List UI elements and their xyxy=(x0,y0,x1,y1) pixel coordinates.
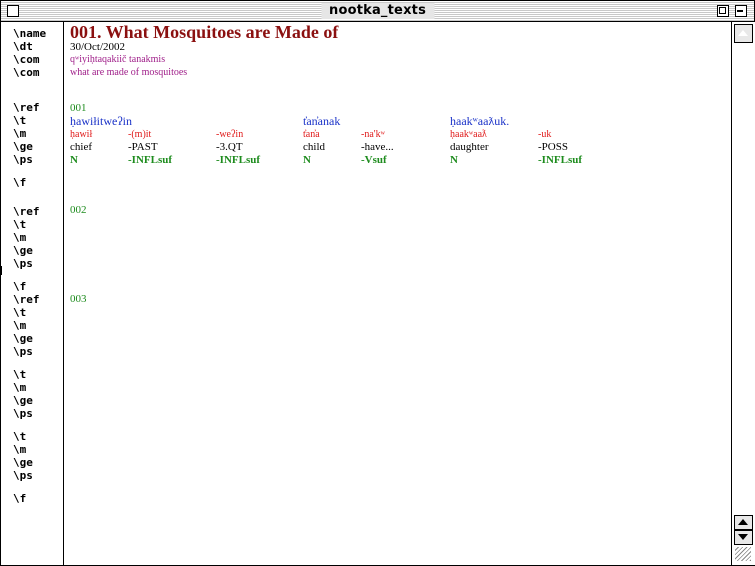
scroll-down-arrow-icon[interactable] xyxy=(734,530,753,545)
marker-t: \t xyxy=(13,218,27,231)
gloss: child xyxy=(303,141,325,153)
marker-ps: \ps xyxy=(13,407,33,420)
marker-t: \t xyxy=(13,368,27,381)
marker-ref: \ref xyxy=(13,293,40,306)
marker-t: \t xyxy=(13,306,27,319)
marker-ge: \ge xyxy=(13,394,33,407)
marker-m: \m xyxy=(13,127,27,140)
record-date: 30/Oct/2002 xyxy=(70,41,125,53)
marker-m: \m xyxy=(13,231,27,244)
marker-ge: \ge xyxy=(13,244,33,257)
part-of-speech: -INFLsuf xyxy=(538,154,583,166)
part-of-speech: -Vsuf xyxy=(361,154,387,166)
text-word: ḥaakʷaaƛuk. xyxy=(450,114,510,128)
window-title: nootka_texts xyxy=(320,3,435,19)
marker-m: \m xyxy=(13,319,27,332)
marker-ref: \ref xyxy=(13,205,40,218)
marker-ps: \ps xyxy=(13,257,33,270)
scroll-track[interactable] xyxy=(734,44,751,512)
part-of-speech: N xyxy=(303,154,311,166)
marker-f: \f xyxy=(13,280,27,293)
morpheme: ḥawił xyxy=(70,129,93,140)
marker-ref: \ref xyxy=(13,101,40,114)
gloss: -POSS xyxy=(538,141,568,153)
record-name: 001. What Mosquitoes are Made of xyxy=(70,22,339,42)
morpheme: -uk xyxy=(538,129,552,140)
morpheme: ḥaakʷaaƛ xyxy=(450,129,487,140)
marker-gutter: \name \dt \com \com \ref \t \m \ge \ps \… xyxy=(1,22,64,565)
marker-dt: \dt xyxy=(13,40,33,53)
text-word: ḥawiłitweʔin xyxy=(70,114,132,128)
marker-ge: \ge xyxy=(13,456,33,469)
gloss: -have... xyxy=(361,141,394,153)
marker-ps: \ps xyxy=(13,469,33,482)
marker-t: \t xyxy=(13,114,27,127)
resize-grip-icon[interactable] xyxy=(735,547,751,561)
marker-ge: \ge xyxy=(13,140,33,153)
marker-m: \m xyxy=(13,443,27,456)
comment-line-2: what are made of mosquitoes xyxy=(70,67,188,78)
marker-com: \com xyxy=(13,66,40,79)
morpheme: -(m)it xyxy=(128,129,152,140)
marker-ps: \ps xyxy=(13,345,33,358)
marker-f: \f xyxy=(13,176,27,189)
desktop-edge-mark xyxy=(0,266,2,275)
gloss: chief xyxy=(70,141,92,153)
morpheme: -na'kʷ xyxy=(361,129,385,140)
marker-name: \name xyxy=(13,27,47,40)
scroll-up-arrow-icon[interactable] xyxy=(734,515,753,530)
morpheme: -weʔin xyxy=(216,129,244,140)
ref-number: 003 xyxy=(70,293,87,305)
ref-number: 002 xyxy=(70,204,87,216)
part-of-speech: -INFLsuf xyxy=(128,154,173,166)
part-of-speech: -INFLsuf xyxy=(216,154,261,166)
part-of-speech: N xyxy=(70,154,78,166)
comment-line-1: qʷiyiḥtaqakiič tanakmis xyxy=(70,54,166,65)
marker-f: \f xyxy=(13,492,27,505)
gloss: daughter xyxy=(450,141,489,153)
part-of-speech: N xyxy=(450,154,458,166)
scroll-top-icon[interactable] xyxy=(734,24,753,43)
vertical-scrollbar[interactable] xyxy=(731,22,755,565)
marker-ge: \ge xyxy=(13,332,33,345)
marker-com: \com xyxy=(13,53,40,66)
close-box[interactable] xyxy=(7,5,19,17)
text-area[interactable]: 001. What Mosquitoes are Made of 30/Oct/… xyxy=(64,22,730,565)
gloss: -3.QT xyxy=(216,141,243,153)
document-window: nootka_texts \name \dt \com \com \ref \t… xyxy=(0,0,755,566)
marker-t: \t xyxy=(13,430,27,443)
title-bar[interactable]: nootka_texts xyxy=(1,1,754,22)
marker-m: \m xyxy=(13,381,27,394)
ref-number: 001 xyxy=(70,102,87,114)
marker-ps: \ps xyxy=(13,153,33,166)
gloss: -PAST xyxy=(128,141,158,153)
collapse-box[interactable] xyxy=(735,5,747,17)
text-word: t̓an̓anak xyxy=(303,114,341,128)
zoom-box[interactable] xyxy=(717,5,729,17)
morpheme: t̓an̓a xyxy=(303,129,320,140)
